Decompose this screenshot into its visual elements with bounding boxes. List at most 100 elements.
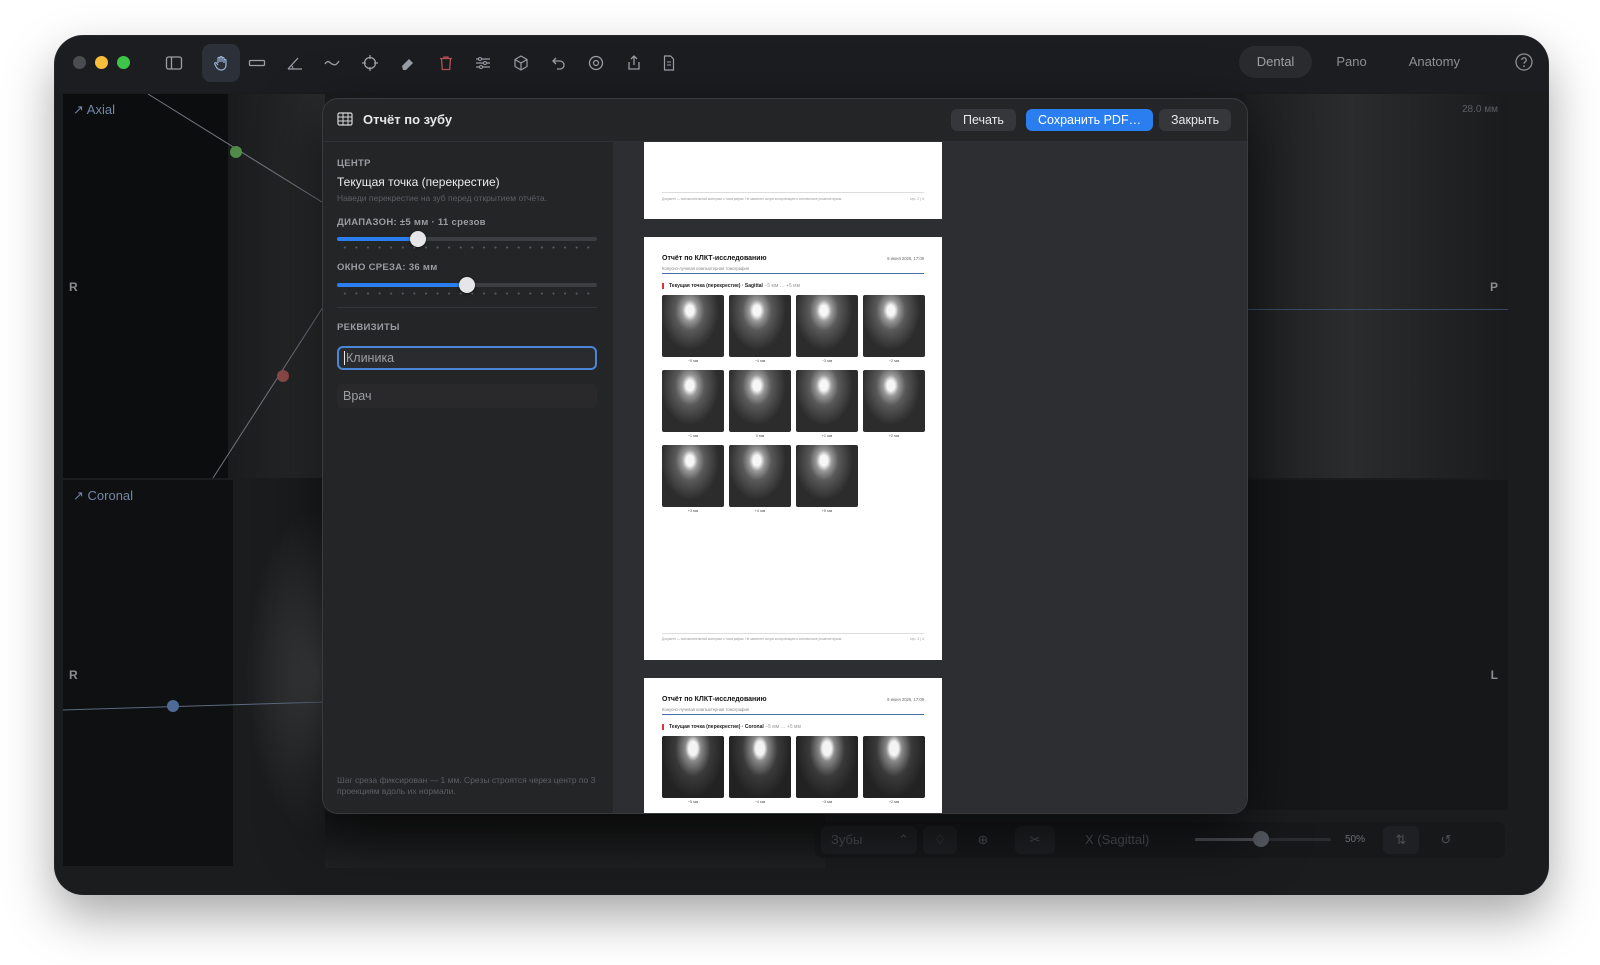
- window-label: ОКНО СРЕЗА: 36 мм: [337, 262, 438, 273]
- slice-label: −4 мм: [754, 359, 766, 363]
- globe-menu-button[interactable]: ⊕: [963, 826, 1003, 854]
- slice-step-note: Шаг среза фиксирован — 1 мм. Срезы строя…: [337, 775, 596, 796]
- range-slider[interactable]: [337, 230, 597, 250]
- crosshair-tool-button[interactable]: [351, 44, 389, 82]
- dialog-title: Отчёт по зубу: [363, 112, 453, 127]
- globe-icon: ⊕: [977, 832, 989, 847]
- center-label: ЦЕНТР: [337, 158, 371, 169]
- report-preview[interactable]: Документ — вспомогательный материал к то…: [614, 142, 1247, 813]
- swap-button[interactable]: ⇅: [1383, 826, 1419, 854]
- slice-thumbnail: [863, 370, 925, 432]
- axial-viewport[interactable]: ↗ Axial R: [63, 94, 325, 478]
- report-section-sagittal: Текущая точка (перекрестие) · Sagittal −…: [662, 283, 800, 289]
- save-pdf-button[interactable]: Сохранить PDF…: [1026, 109, 1154, 131]
- sliders-icon: [476, 57, 490, 69]
- slice-label: +3 мм: [687, 509, 699, 513]
- table-icon: [337, 112, 353, 126]
- lower-viewport-strip: [325, 812, 825, 868]
- slice-label: −5 мм: [687, 800, 699, 804]
- slice-thumbnail: [662, 445, 724, 507]
- dialog-header: Отчёт по зубу Печать Сохранить PDF… Закр…: [323, 99, 1247, 142]
- reset-button[interactable]: [577, 44, 615, 82]
- hand-pan-icon: [214, 55, 227, 71]
- minimize-window-button[interactable]: [95, 56, 108, 69]
- report-button[interactable]: [650, 44, 688, 82]
- undo-icon: [552, 57, 565, 70]
- share-button[interactable]: [615, 44, 653, 82]
- pan-tool-button[interactable]: [202, 44, 240, 82]
- eraser-icon: [402, 59, 413, 70]
- axis-select[interactable]: X (Sagittal): [1077, 826, 1187, 854]
- doctor-placeholder: Врач: [343, 389, 372, 403]
- print-button[interactable]: Печать: [951, 109, 1016, 131]
- light-button[interactable]: ♢: [923, 826, 957, 854]
- right-top-viewport[interactable]: 28.0 мм P: [1246, 94, 1508, 478]
- slice-label: +5 мм: [821, 509, 833, 513]
- slice-label: −4 мм: [754, 800, 766, 804]
- report-page: Документ — вспомогательный материал к то…: [644, 142, 942, 219]
- zoom-readout: 50%: [1345, 834, 1366, 845]
- right-bottom-viewport[interactable]: L: [1246, 480, 1508, 810]
- ruler-icon: [248, 59, 266, 67]
- page-disclaimer: Документ — вспомогательный материал к то…: [662, 197, 843, 201]
- close-dialog-button[interactable]: Закрыть: [1159, 109, 1232, 131]
- 3d-view-button[interactable]: [502, 44, 540, 82]
- delete-button[interactable]: [427, 44, 465, 82]
- updown-icon: ⌃: [898, 832, 909, 847]
- coronal-crosshair: [63, 700, 325, 712]
- slice-thumbnail: [796, 295, 858, 357]
- angle-icon: [287, 57, 302, 70]
- ruler-tool-button[interactable]: [238, 44, 276, 82]
- swap-icon: ⇅: [1395, 832, 1407, 847]
- coronal-label: ↗ Coronal: [73, 488, 134, 503]
- slice-thumbnail: [729, 736, 791, 798]
- report-section-coronal: Текущая точка (перекрестие) · Coronal −5…: [662, 724, 801, 730]
- slice-thumbnail: [662, 295, 724, 357]
- mode-anatomy[interactable]: Anatomy: [1391, 46, 1478, 78]
- measure-readout: 28.0 мм: [1462, 104, 1498, 115]
- cube-3d-icon: [514, 55, 528, 71]
- undo-button[interactable]: [540, 44, 578, 82]
- clinic-field[interactable]: Клиника: [337, 346, 597, 370]
- mode-dental[interactable]: Dental: [1238, 46, 1313, 78]
- tooth-report-dialog: Отчёт по зубу Печать Сохранить PDF… Закр…: [322, 98, 1248, 814]
- axial-label: ↗ Axial: [73, 102, 115, 117]
- share-icon: [628, 55, 640, 70]
- slice-thumbnail: [863, 736, 925, 798]
- curve-icon: [324, 60, 340, 66]
- rotate-reset-button[interactable]: ↺: [1429, 826, 1463, 854]
- adjust-button[interactable]: [464, 44, 502, 82]
- angle-tool-button[interactable]: [276, 44, 314, 82]
- sidebar-toggle-button[interactable]: [155, 44, 193, 82]
- slice-window-slider[interactable]: [337, 276, 597, 296]
- toolbar: Dental Pano Anatomy: [55, 36, 1548, 92]
- sidebar-icon: [165, 56, 183, 70]
- orientation-p: P: [1489, 280, 1498, 294]
- center-hint: Наведи перекрестие на зуб перед открытие…: [337, 193, 547, 203]
- requisites-label: РЕКВИЗИТЫ: [337, 322, 400, 333]
- zoom-slider[interactable]: [1195, 831, 1331, 847]
- slice-label: −1 мм: [687, 434, 699, 438]
- coronal-viewport[interactable]: ↗ Coronal R: [63, 480, 325, 866]
- bottom-controls: Зубы ⌃ ♢ ⊕ ✂ X (Sagittal) 50% ⇅ ↺: [815, 822, 1505, 858]
- close-window-button[interactable]: [73, 56, 86, 69]
- curve-tool-button[interactable]: [313, 44, 351, 82]
- report-title: Отчёт по КЛКТ-исследованию: [662, 255, 767, 262]
- slice-thumbnail: [863, 295, 925, 357]
- coronal-orientation-l: L: [1490, 668, 1498, 682]
- eraser-tool-button[interactable]: [389, 44, 427, 82]
- mode-pano[interactable]: Pano: [1318, 46, 1384, 78]
- scissors-button[interactable]: ✂: [1015, 826, 1055, 854]
- maximize-window-button[interactable]: [117, 56, 130, 69]
- report-title: Отчёт по КЛКТ-исследованию: [662, 696, 767, 703]
- help-icon[interactable]: [1514, 52, 1534, 72]
- doctor-field[interactable]: Врач: [337, 384, 597, 408]
- range-label: ДИАПАЗОН: ±5 мм · 11 срезов: [337, 217, 486, 228]
- slice-thumbnail: [729, 295, 791, 357]
- structure-select[interactable]: Зубы ⌃: [821, 826, 917, 854]
- axial-crosshair: [147, 94, 325, 478]
- center-value: Текущая точка (перекрестие): [337, 175, 500, 189]
- divider: [337, 307, 597, 308]
- page-number: стр. 3 | 4: [910, 637, 924, 641]
- slice-label: +1 мм: [821, 434, 833, 438]
